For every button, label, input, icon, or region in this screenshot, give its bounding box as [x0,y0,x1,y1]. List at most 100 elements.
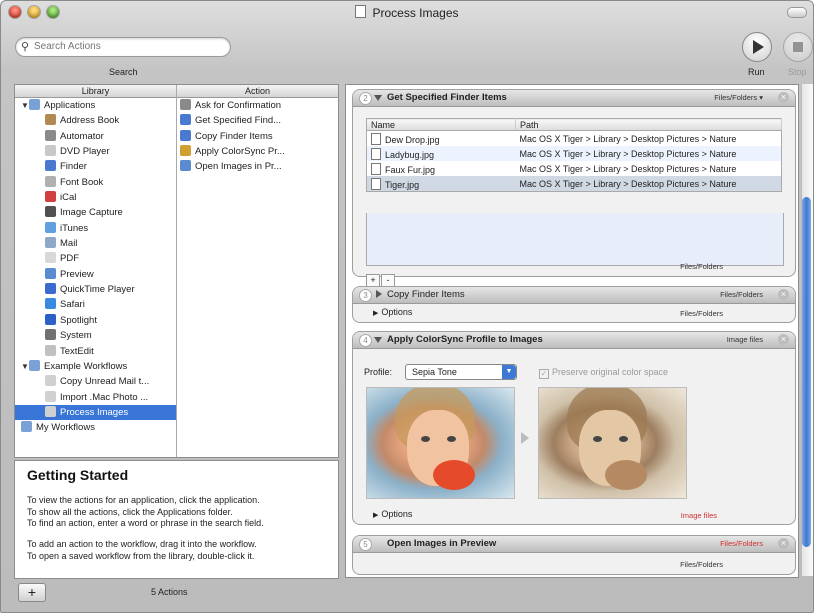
library-item[interactable]: DVD Player [15,144,176,159]
dvd-player-icon [45,145,56,157]
library-item[interactable]: QuickTime Player [15,282,176,297]
library-item[interactable]: TextEdit [15,344,176,359]
library-item-label: System [60,330,92,342]
table-row[interactable]: Dew Drop.jpg Mac OS X Tiger > Library > … [367,131,782,147]
disclosure-triangle-icon[interactable] [374,95,382,101]
action-copy-finder-items[interactable]: 3 Copy Finder Items Files/Folders × ▶ Opt… [352,286,796,323]
library-column-header[interactable]: Library [15,85,177,98]
preserve-color-space-checkbox[interactable]: ✓ Preserve original color space [539,367,668,379]
table-row[interactable]: Tiger.jpg Mac OS X Tiger > Library > Des… [366,176,782,192]
library-item[interactable]: System [15,328,176,343]
action-item[interactable]: Ask for Confirmation [180,98,330,113]
library-item[interactable]: Copy Unread Mail t... [15,374,176,389]
files-table[interactable]: Name Path Dew Drop.jpg Mac OS X Tiger > … [366,118,782,192]
remove-action-icon[interactable]: × [778,92,789,103]
disclosure-triangle-icon[interactable] [374,337,382,343]
library-item[interactable]: Image Capture [15,205,176,220]
system-icon [45,329,56,341]
checkmark-icon: ✓ [539,369,549,379]
library-item-label: Image Capture [60,207,123,219]
profile-label: Profile: [364,367,393,377]
action-get-specified-finder-items[interactable]: 2 Get Specified Finder Items Files/Folde… [352,89,796,287]
action-title: Open Images in Preview [387,538,497,549]
disclosure-triangle-icon[interactable] [376,290,382,298]
action-column-header[interactable]: Action [177,85,338,98]
automator-icon [180,99,191,110]
workflow-area[interactable]: 2 Get Specified Finder Items Files/Folde… [345,84,799,578]
library-item[interactable]: Mail [15,236,176,251]
library-item[interactable]: ▼ Example Workflows [15,359,176,374]
library-item[interactable]: Automator [15,129,176,144]
table-empty-area[interactable] [366,213,784,266]
description-text-1: To view the actions for an application, … [27,495,264,528]
library-item[interactable]: Safari [15,297,176,312]
library-item[interactable]: Import .Mac Photo ... [15,390,176,405]
action-title: Apply ColorSync Profile to Images [387,334,543,345]
library-item[interactable]: iCal [15,190,176,205]
run-button[interactable] [742,32,772,62]
library-item[interactable]: iTunes [15,221,176,236]
camera-icon [45,206,56,218]
disclosure-triangle-icon[interactable]: ▼ [21,98,29,113]
library-item[interactable]: PDF [15,251,176,266]
remove-action-icon[interactable]: × [778,538,789,549]
window-title: Process Images [1,5,813,20]
search-input[interactable] [34,40,220,53]
description-pane: Getting Started To view the actions for … [14,460,339,579]
profile-select[interactable]: Sepia Tone ▼ [405,364,517,380]
remove-action-icon[interactable]: × [778,334,789,345]
action-type-label: Files/Folders [720,539,763,548]
action-header[interactable]: 5 Open Images in Preview Files/Folders × [353,536,795,553]
disclosure-triangle-icon[interactable]: ▼ [21,359,29,374]
library-item[interactable]: ▼ Applications [15,98,176,113]
toolbar-toggle-button[interactable] [787,7,807,18]
library-item[interactable]: Preview [15,267,176,282]
step-number: 4 [359,334,372,347]
library-item[interactable]: Spotlight [15,313,176,328]
action-item[interactable]: Apply ColorSync Pr... [180,144,330,159]
path-column-header[interactable]: Path [515,118,782,131]
column-divider[interactable] [176,85,177,457]
name-column-header[interactable]: Name [366,118,516,131]
remove-action-icon[interactable]: × [778,289,789,300]
file-icon [371,132,381,145]
search-field[interactable]: ⚲ [15,37,231,57]
options-toggle[interactable]: ▶ Options [373,307,412,317]
library-item[interactable]: Process Images [15,404,176,421]
library-item-label: Import .Mac Photo ... [60,391,149,403]
library-item[interactable]: Font Book [15,175,176,190]
workflow-icon [45,405,56,417]
library-item[interactable]: Address Book [15,113,176,128]
library-item[interactable]: My Workflows [15,420,176,435]
textedit-icon [45,344,56,356]
add-button[interactable]: + [18,583,46,602]
action-type-menu[interactable]: Files/Folders ▾ [714,93,763,102]
workflow-icon [45,390,56,402]
action-item[interactable]: Get Specified Find... [180,113,330,128]
play-icon [753,40,764,54]
action-apply-colorsync-profile[interactable]: 4 Apply ColorSync Profile to Images Imag… [352,331,796,525]
action-header[interactable]: 2 Get Specified Finder Items Files/Folde… [353,90,795,107]
table-row[interactable]: Ladybug.jpg Mac OS X Tiger > Library > D… [366,146,782,161]
action-header[interactable]: 4 Apply ColorSync Profile to Images Imag… [353,332,795,349]
action-item-label: Ask for Confirmation [195,100,282,111]
automator-window: Process Images ⚲ Search Run Stop Library… [0,0,814,613]
folder-icon [29,99,40,110]
finder-icon [180,114,191,126]
original-image-preview [366,387,515,499]
safari-icon [45,298,56,310]
workflow-scroll-thumb[interactable] [802,197,811,547]
bottom-bar: + 5 Actions [1,579,813,612]
action-open-images-in-preview[interactable]: 5 Open Images in Preview Files/Folders ×… [352,535,796,575]
options-toggle[interactable]: ▶ Options [373,509,412,519]
itunes-icon [45,221,56,233]
library-item[interactable]: Finder [15,159,176,174]
workflow-icon [45,375,56,387]
stop-button[interactable] [783,32,813,62]
action-item[interactable]: Open Images in Pr... [180,159,330,174]
action-header[interactable]: 3 Copy Finder Items Files/Folders × [353,287,795,304]
action-item[interactable]: Copy Finder Items [180,129,330,144]
library-item-label: Example Workflows [44,360,128,372]
folder-icon [29,359,40,371]
table-row[interactable]: Faux Fur.jpg Mac OS X Tiger > Library > … [367,161,782,176]
